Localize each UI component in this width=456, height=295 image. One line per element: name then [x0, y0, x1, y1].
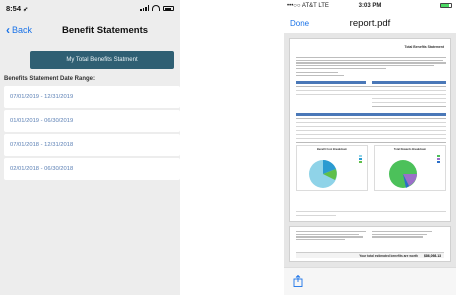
- list-item[interactable]: 07/01/2018 - 12/31/2018: [4, 134, 180, 156]
- chart-legend: [359, 155, 364, 163]
- total-benefits-button[interactable]: My Total Benefits Statment: [30, 51, 174, 69]
- pdf-content-area[interactable]: Total Benefits Statement Benefit Cost Br…: [284, 33, 456, 267]
- status-bar: 8:54 ➶: [0, 0, 180, 16]
- battery-icon: [163, 5, 174, 11]
- total-label: Your total estimated benefits are worth: [359, 253, 419, 258]
- pdf-viewer-screen: •••○○ AT&T LTE 3:03 PM Done report.pdf T…: [284, 0, 456, 295]
- list-item[interactable]: 07/01/2019 - 12/31/2019: [4, 86, 180, 108]
- table-header: [372, 81, 446, 84]
- date-range-label: Benefits Statement Date Range:: [4, 76, 96, 82]
- chart-legend: [437, 155, 442, 163]
- wifi-icon: [152, 5, 160, 11]
- table-header: [296, 81, 366, 84]
- signal-icon: [140, 5, 149, 11]
- pdf-paragraph: [296, 72, 446, 77]
- benefit-statements-screen: 8:54 ➶ ‹ Back Benefit Statements My Tota…: [0, 0, 180, 295]
- pie-chart: [389, 160, 417, 188]
- total-rewards-chart: Total Rewards Breakdown: [374, 145, 446, 191]
- location-icon: ➶: [23, 7, 29, 13]
- pdf-page: Total Benefits Statement Benefit Cost Br…: [289, 38, 451, 222]
- pdf-subheading: [405, 49, 445, 52]
- benefit-cost-chart: Benefit Cost Breakdown: [296, 145, 368, 191]
- navigation-bar: ‹ Back Benefit Statements: [0, 22, 180, 42]
- pdf-paragraph: [296, 57, 446, 70]
- pdf-heading: Total Benefits Statement: [404, 45, 445, 49]
- status-bar: •••○○ AT&T LTE 3:03 PM: [284, 0, 456, 14]
- page-title: Benefit Statements: [61, 25, 149, 36]
- list-item[interactable]: 02/01/2018 - 06/30/2018: [4, 158, 180, 180]
- total-value: $86,098.13: [424, 253, 441, 258]
- document-title: report.pdf: [349, 18, 391, 29]
- pie-chart: [309, 160, 337, 188]
- navigation-bar: Done report.pdf: [284, 16, 456, 34]
- battery-icon: [440, 3, 452, 8]
- pdf-paragraph: [296, 231, 366, 242]
- date-range-list: 07/01/2019 - 12/31/2019 01/01/2019 - 06/…: [4, 86, 180, 182]
- bottom-toolbar: [284, 267, 456, 295]
- total-benefits-summary: Your total estimated benefits are worth …: [296, 252, 444, 258]
- table-header: [296, 113, 446, 116]
- status-time: 8:54 ➶: [6, 4, 29, 13]
- pdf-paragraph: [372, 231, 432, 239]
- list-item[interactable]: 01/01/2019 - 06/30/2019: [4, 110, 180, 132]
- pdf-page: Your total estimated benefits are worth …: [289, 226, 451, 262]
- share-icon[interactable]: [293, 275, 303, 287]
- status-time: 3:03 PM: [358, 3, 382, 9]
